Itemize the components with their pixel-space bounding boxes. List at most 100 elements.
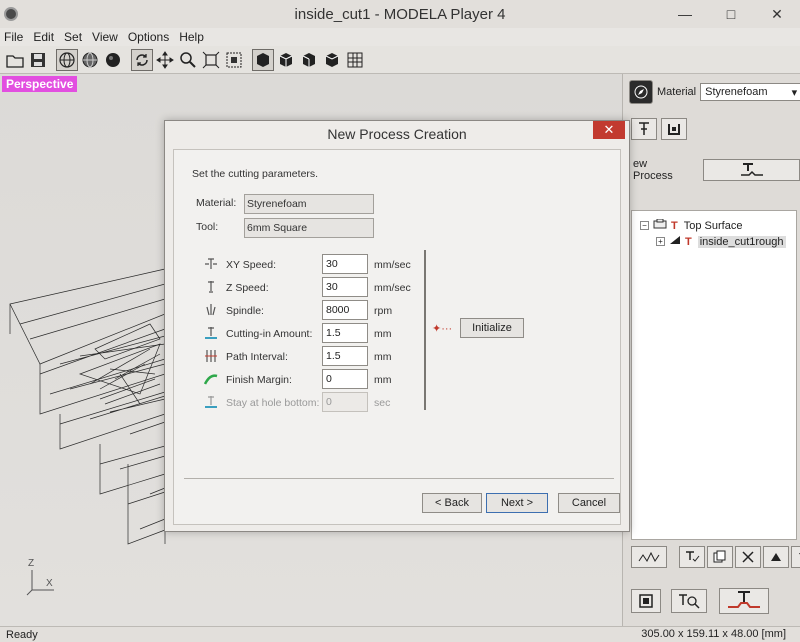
tree-label-top-surface: Top Surface [683, 219, 743, 232]
tool-red-icon: T [685, 235, 692, 248]
shaded-globe-icon[interactable] [79, 49, 101, 71]
view-iso-icon[interactable] [252, 48, 274, 71]
path-interval-icon [204, 349, 218, 363]
initialize-button[interactable]: Initialize [460, 318, 524, 338]
xy-speed-unit: mm/sec [374, 259, 411, 271]
new-process-button[interactable] [703, 159, 800, 181]
xy-speed-icon [204, 257, 218, 271]
move-icon[interactable] [154, 49, 176, 71]
bottom-divider [184, 478, 614, 479]
tree-item-inside-cut1rough[interactable]: + T inside_cut1rough [656, 235, 786, 248]
minimize-button[interactable]: — [662, 0, 708, 28]
collapse-icon[interactable]: − [640, 221, 649, 230]
dialog-title: New Process Creation [327, 126, 467, 142]
view-front-icon[interactable] [275, 49, 297, 71]
material-label: Material [657, 86, 697, 98]
stay-bottom-input: 0 [322, 392, 368, 412]
vertical-divider [424, 250, 426, 410]
spindle-label: Spindle: [226, 305, 264, 317]
z-speed-label: Z Speed: [226, 282, 269, 294]
xy-speed-label: XY Speed: [226, 259, 277, 271]
app-icon [4, 7, 18, 21]
cutting-in-icon [204, 326, 218, 340]
menu-help[interactable]: Help [179, 30, 204, 44]
path-interval-label: Path Interval: [226, 351, 288, 363]
finish-margin-icon [203, 372, 218, 386]
menu-file[interactable]: File [4, 30, 23, 44]
spindle-input[interactable]: 8000 [322, 300, 368, 320]
zoom-icon[interactable] [177, 49, 199, 71]
z-speed-icon [204, 280, 218, 294]
menu-set[interactable]: Set [64, 30, 82, 44]
menu-bar: File Edit Set View Options Help [0, 28, 800, 46]
next-button[interactable]: Next > [486, 493, 548, 513]
window-title: inside_cut1 - MODELA Player 4 [294, 5, 506, 23]
finish-margin-input[interactable]: 0 [322, 369, 368, 389]
wire-globe-icon[interactable] [56, 48, 78, 71]
path-view-icon[interactable] [631, 546, 667, 568]
z-speed-unit: mm/sec [374, 282, 411, 294]
solid-sphere-icon[interactable] [102, 49, 124, 71]
fit-view-icon[interactable] [200, 49, 222, 71]
axis-x-label: X [46, 578, 53, 589]
material-select-value: Styrenefoam [705, 86, 768, 98]
expand-icon[interactable]: + [656, 237, 665, 246]
material-select[interactable]: Styrenefoam ▾ [700, 83, 800, 101]
view-grid-icon[interactable] [344, 49, 366, 71]
cancel-button[interactable]: Cancel [558, 493, 620, 513]
rotate-icon[interactable] [131, 48, 153, 71]
maximize-button[interactable]: □ [708, 0, 754, 28]
tool-red-icon: T [671, 219, 678, 232]
stay-bottom-unit: sec [374, 397, 391, 409]
cutting-in-input[interactable]: 1.5 [322, 323, 368, 343]
new-process-dialog: New Process Creation ✕ Set the cutting p… [164, 120, 630, 532]
zoom-box-icon[interactable] [223, 49, 245, 71]
level-icon [669, 235, 681, 248]
axis-indicator: Z X [24, 558, 64, 601]
process-panel: Material Styrenefoam ▾ ew Process − T To… [622, 74, 800, 626]
status-text: Ready [6, 628, 38, 641]
save-icon[interactable] [27, 49, 49, 71]
path-search-icon[interactable] [671, 589, 707, 613]
menu-view[interactable]: View [92, 30, 118, 44]
menu-options[interactable]: Options [128, 30, 169, 44]
tool-select-icon[interactable] [631, 118, 657, 140]
dialog-close-button[interactable]: ✕ [593, 121, 625, 139]
view-side-icon[interactable] [298, 49, 320, 71]
spindle-unit: rpm [374, 305, 393, 317]
finish-margin-unit: mm [374, 374, 392, 386]
folder-icon [653, 218, 667, 232]
workpiece-icon[interactable] [661, 118, 687, 140]
material-value: Styrenefoam [244, 194, 374, 214]
axis-z-label: Z [28, 558, 35, 569]
preview-icon[interactable] [631, 589, 661, 613]
path-interval-unit: mm [374, 351, 392, 363]
open-folder-icon[interactable] [4, 49, 26, 71]
status-bar: Ready 305.00 x 159.11 x 48.00 [mm] [0, 626, 800, 642]
path-interval-input[interactable]: 1.5 [322, 346, 368, 366]
tool-check-icon[interactable] [679, 546, 705, 568]
xy-speed-input[interactable]: 30 [322, 254, 368, 274]
dialog-body: Set the cutting parameters. Material: St… [173, 149, 621, 525]
tool-label: Tool: [196, 221, 219, 233]
new-process-label: ew Process [633, 158, 673, 182]
move-down-icon[interactable] [791, 546, 800, 568]
instruction-text: Set the cutting parameters. [192, 168, 319, 180]
close-button[interactable]: ✕ [754, 0, 800, 28]
cutting-in-unit: mm [374, 328, 392, 340]
move-up-icon[interactable] [763, 546, 789, 568]
view-top-icon[interactable] [321, 49, 343, 71]
menu-edit[interactable]: Edit [33, 30, 54, 44]
process-tree: − T Top Surface + T inside_cut1rough [631, 210, 797, 540]
chevron-down-icon: ▾ [791, 86, 798, 99]
cut-icon[interactable] [719, 588, 769, 614]
cutting-in-label: Cutting-in Amount: [226, 328, 313, 340]
z-speed-input[interactable]: 30 [322, 277, 368, 297]
tree-item-top-surface[interactable]: − T Top Surface [640, 218, 743, 232]
copy-icon[interactable] [707, 546, 733, 568]
delete-icon[interactable] [735, 546, 761, 568]
back-button[interactable]: < Back [422, 493, 482, 513]
tree-label-inside-cut1rough: inside_cut1rough [697, 235, 786, 248]
material-compass-icon[interactable] [629, 80, 653, 104]
spindle-icon [204, 303, 218, 317]
